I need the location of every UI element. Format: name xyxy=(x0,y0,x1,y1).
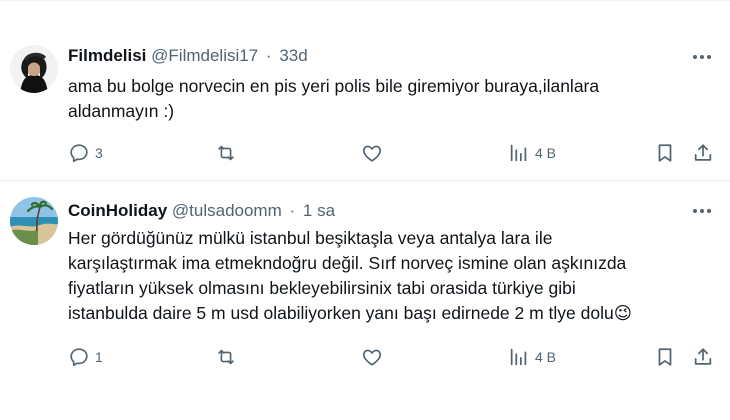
bookmark-icon xyxy=(658,144,672,162)
tweet-reply-2[interactable]: CoinHoliday @tulsadoomm · 1 sa Her gördü… xyxy=(0,181,730,420)
views-button[interactable]: 4 B xyxy=(508,345,556,369)
avatar[interactable] xyxy=(10,45,58,93)
tweet-actions: 1 4 B xyxy=(68,345,718,369)
views-button[interactable]: 4 B xyxy=(508,141,556,165)
tweet-text-line: ama bu bolge norvecin en pis yeri polis … xyxy=(68,76,600,96)
reply-button[interactable]: 1 xyxy=(68,345,103,369)
retweet-icon xyxy=(218,145,234,161)
bookmark-button[interactable] xyxy=(654,141,676,165)
tweet-text-line: Her gördüğünüz mülkü istanbul beşiktaşla… xyxy=(68,228,553,248)
tweet-text-line: aldanmayın :) xyxy=(68,101,175,121)
tweet-text-line: istanbulda daire 5 m usd olabiliyorken y… xyxy=(68,303,632,323)
retweet-icon xyxy=(218,349,234,365)
tweet-actions: 3 4 B xyxy=(68,141,718,165)
display-name[interactable]: CoinHoliday xyxy=(68,201,167,220)
reply-count: 3 xyxy=(95,145,103,161)
tweet-header: CoinHoliday @tulsadoomm · 1 sa xyxy=(68,200,335,222)
display-name[interactable]: Filmdelisi xyxy=(68,46,146,65)
like-button[interactable] xyxy=(361,141,388,165)
more-dots-icon xyxy=(693,55,711,59)
more-options-button[interactable] xyxy=(690,199,714,223)
share-icon xyxy=(694,348,712,365)
reply-count: 1 xyxy=(95,349,103,365)
views-count: 4 B xyxy=(535,349,557,365)
share-icon xyxy=(694,144,712,161)
heart-icon xyxy=(362,145,382,162)
retweet-button[interactable] xyxy=(215,345,242,369)
tweet-reply-1[interactable]: Filmdelisi @Filmdelisi17 · 33d ama bu bo… xyxy=(0,0,730,180)
tweet-text: ama bu bolge norvecin en pis yeri polis … xyxy=(68,74,708,124)
share-button[interactable] xyxy=(692,345,714,369)
separator-dot: · xyxy=(265,46,272,65)
person-with-hat-avatar-icon xyxy=(10,45,58,93)
tweet-text-line: fiyatların yüksek olmasını bekleyebilirs… xyxy=(68,278,576,298)
more-dots-icon xyxy=(693,209,711,213)
separator-dot: · xyxy=(289,201,296,220)
views-count: 4 B xyxy=(535,145,557,161)
beach-landscape-avatar-icon xyxy=(10,197,58,245)
analytics-bars-icon xyxy=(510,144,527,162)
reply-button[interactable]: 3 xyxy=(68,141,103,165)
tweet-text-line: karşılaştırmak ima etmekndoğru değil. Sı… xyxy=(68,253,627,273)
bookmark-button[interactable] xyxy=(654,345,676,369)
retweet-button[interactable] xyxy=(215,141,242,165)
share-button[interactable] xyxy=(692,141,714,165)
timestamp[interactable]: 1 sa xyxy=(303,201,335,220)
avatar[interactable] xyxy=(10,197,58,245)
tweet-header: Filmdelisi @Filmdelisi17 · 33d xyxy=(68,45,308,67)
bookmark-icon xyxy=(658,348,672,366)
reply-icon xyxy=(70,348,88,367)
reply-icon xyxy=(70,144,88,163)
analytics-bars-icon xyxy=(510,348,527,366)
heart-icon xyxy=(362,349,382,366)
more-options-button[interactable] xyxy=(690,45,714,69)
like-button[interactable] xyxy=(361,345,388,369)
tweet-text: Her gördüğünüz mülkü istanbul beşiktaşla… xyxy=(68,226,708,326)
user-handle[interactable]: @tulsadoomm xyxy=(172,201,282,220)
timestamp[interactable]: 33d xyxy=(279,46,307,65)
user-handle[interactable]: @Filmdelisi17 xyxy=(151,46,258,65)
